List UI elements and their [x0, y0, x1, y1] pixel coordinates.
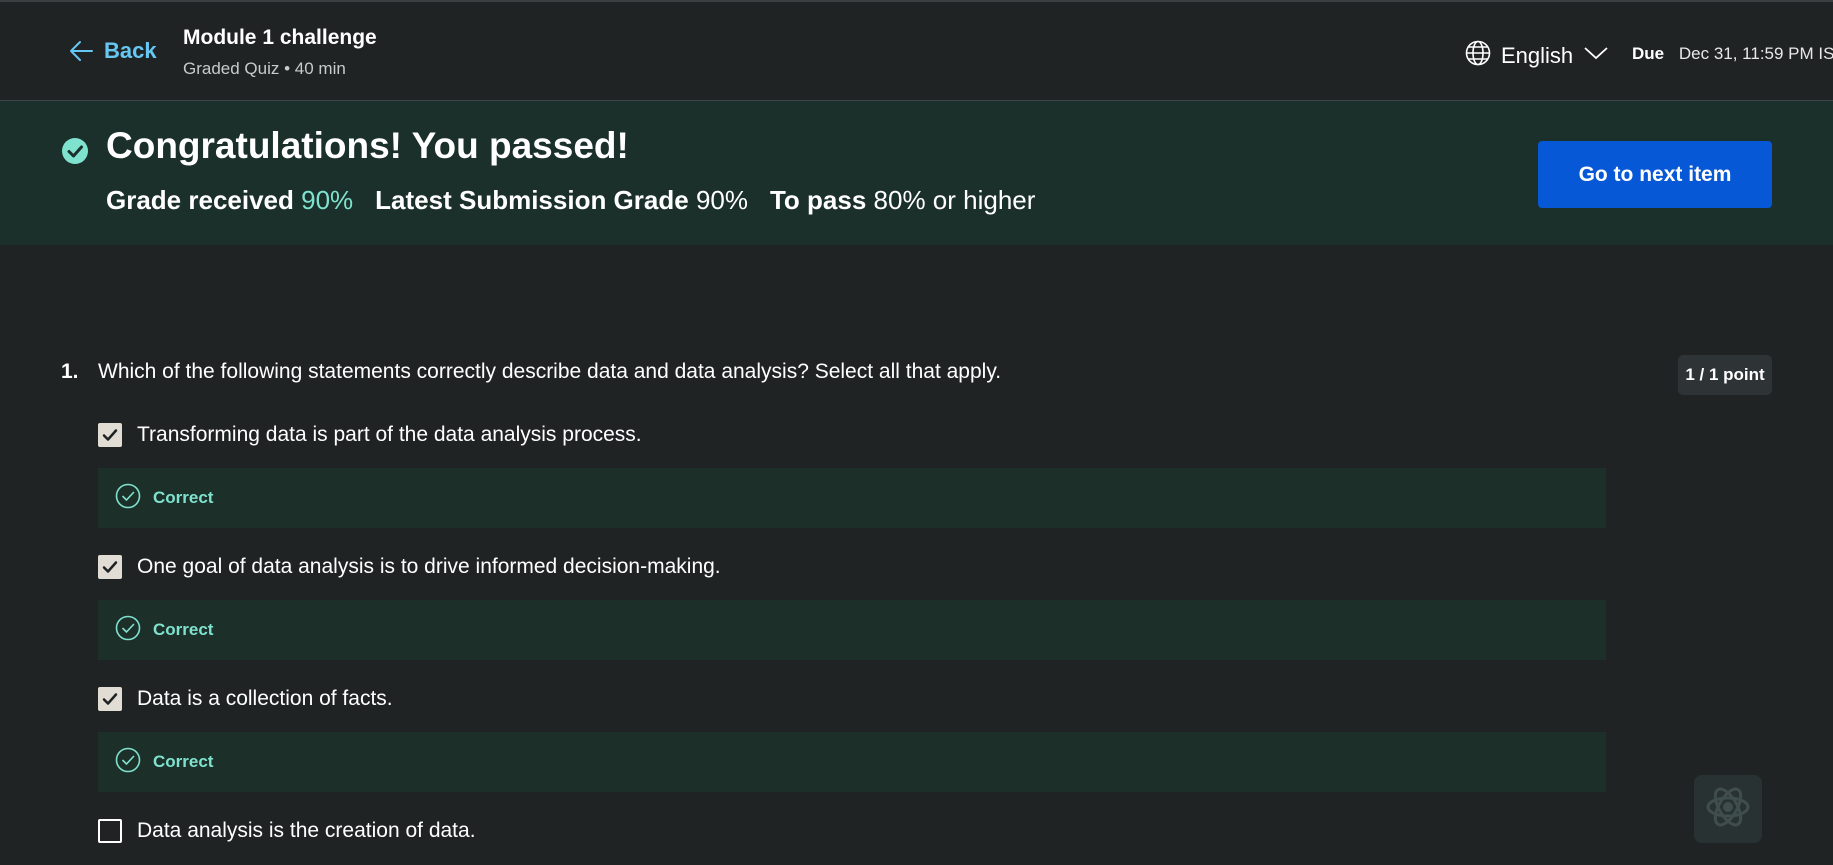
language-label: English	[1501, 42, 1574, 68]
latest-submission-label: Latest Submission Grade	[375, 185, 689, 215]
module-subtitle: Graded Quiz • 40 min	[183, 59, 346, 78]
check-circle-filled-icon	[61, 137, 89, 170]
check-circle-outline-icon	[115, 747, 141, 778]
grade-received-value: 90%	[301, 185, 354, 215]
checkmark-icon	[102, 429, 118, 441]
answer-option-2[interactable]: One goal of data analysis is to drive in…	[98, 555, 721, 579]
check-circle-outline-icon	[115, 615, 141, 646]
banner-title: Congratulations! You passed!	[106, 125, 629, 166]
to-pass-value: 80% or higher	[873, 185, 1036, 215]
latest-submission-value: 90%	[695, 185, 748, 215]
checkmark-icon	[102, 693, 118, 705]
question-number: 1.	[61, 360, 79, 383]
to-pass-label: To pass	[769, 185, 867, 215]
help-assistant-button[interactable]	[1694, 775, 1762, 843]
due-label: Due	[1632, 44, 1665, 63]
check-circle-outline-icon	[115, 483, 141, 514]
option-text: Data is a collection of facts.	[137, 687, 393, 710]
top-header: Back Module 1 challenge Graded Quiz • 40…	[0, 0, 1833, 101]
feedback-correct: Correct	[98, 468, 1606, 528]
back-button[interactable]: Back	[68, 38, 157, 64]
answer-option-3[interactable]: Data is a collection of facts.	[98, 687, 393, 711]
to-pass: To pass 80% or higher	[770, 185, 1035, 216]
feedback-label: Correct	[153, 620, 214, 639]
checkbox-checked[interactable]	[98, 687, 122, 711]
points-badge: 1 / 1 point	[1678, 355, 1772, 395]
grade-received-label: Grade received	[106, 185, 294, 215]
option-text: Transforming data is part of the data an…	[137, 423, 642, 446]
feedback-label: Correct	[153, 752, 214, 771]
feedback-correct: Correct	[98, 600, 1606, 660]
feedback-correct: Correct	[98, 732, 1606, 792]
due-date: Due Dec 31, 11:59 PM IST	[1632, 44, 1833, 64]
checkbox-checked[interactable]	[98, 423, 122, 447]
answer-option-4[interactable]: Data analysis is the creation of data.	[98, 819, 476, 843]
help-assistant-icon	[1702, 781, 1754, 838]
language-selector[interactable]: English	[1465, 40, 1609, 71]
option-text: One goal of data analysis is to drive in…	[137, 555, 721, 578]
checkbox-checked[interactable]	[98, 555, 122, 579]
due-value: Dec 31, 11:59 PM IST	[1678, 44, 1833, 63]
latest-submission-grade: Latest Submission Grade 90%	[375, 185, 748, 216]
chevron-down-icon	[1583, 45, 1609, 66]
checkmark-icon	[102, 561, 118, 573]
checkbox-unchecked[interactable]	[98, 819, 122, 843]
answer-option-1[interactable]: Transforming data is part of the data an…	[98, 423, 642, 447]
grade-summary: Grade received 90% Latest Submission Gra…	[106, 185, 1035, 216]
go-to-next-item-button[interactable]: Go to next item	[1538, 141, 1772, 208]
option-text: Data analysis is the creation of data.	[137, 819, 476, 842]
question-text: Which of the following statements correc…	[98, 360, 1002, 383]
feedback-label: Correct	[153, 488, 214, 507]
globe-icon	[1465, 40, 1491, 71]
back-label: Back	[104, 38, 157, 63]
module-title: Module 1 challenge	[183, 26, 377, 49]
grade-received: Grade received 90%	[106, 185, 353, 216]
arrow-left-icon	[68, 39, 94, 63]
pass-banner: Congratulations! You passed! Grade recei…	[0, 101, 1833, 245]
